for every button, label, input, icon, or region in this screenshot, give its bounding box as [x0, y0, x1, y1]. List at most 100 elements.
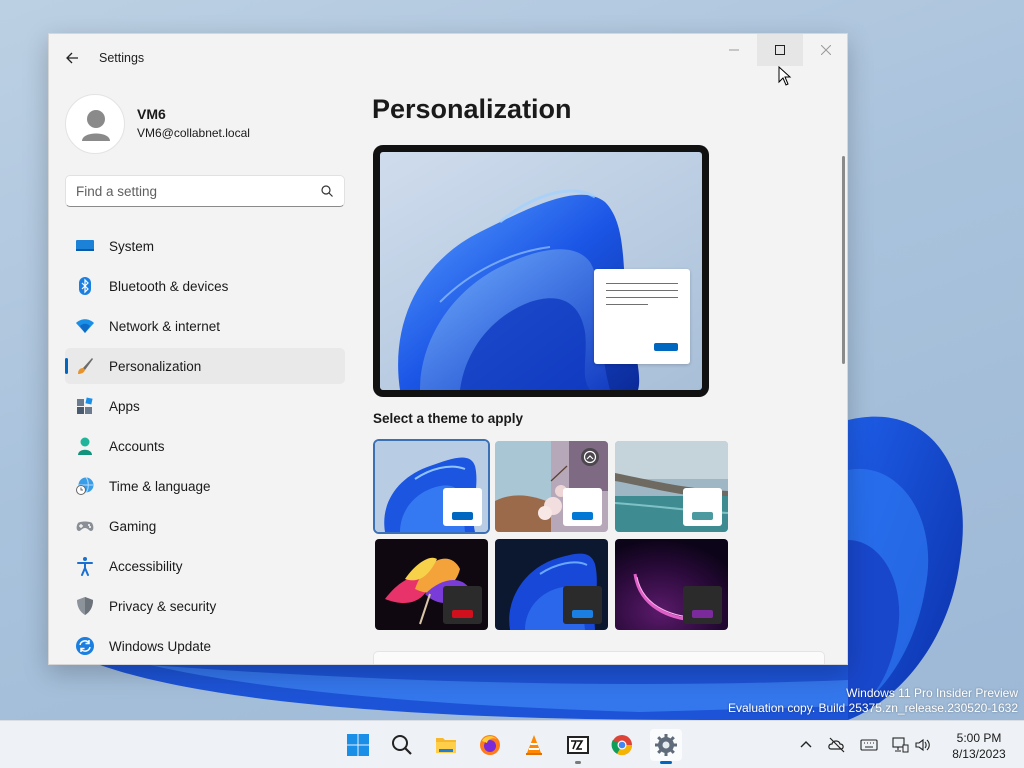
- sidebar-item-personalization[interactable]: Personalization: [65, 348, 345, 384]
- sidebar-item-time-language[interactable]: Time & language: [65, 468, 345, 504]
- sidebar-item-privacy-security[interactable]: Privacy & security: [65, 588, 345, 624]
- theme-flow[interactable]: [615, 539, 728, 630]
- sidebar-item-gaming[interactable]: Gaming: [65, 508, 345, 544]
- window-title: Settings: [99, 51, 145, 65]
- taskbar-firefox[interactable]: [474, 729, 506, 761]
- sidebar-item-label: Accounts: [109, 439, 165, 454]
- sidebar-item-label: Bluetooth & devices: [109, 279, 229, 294]
- firefox-icon: [480, 735, 500, 755]
- sidebar-item-label: Privacy & security: [109, 599, 217, 614]
- onedrive-offline-icon[interactable]: [828, 736, 846, 754]
- settings-icon: [655, 734, 677, 756]
- clock-date: 8/13/2023: [952, 747, 1006, 761]
- search-icon: [392, 735, 412, 755]
- user-profile[interactable]: VM6 VM6@collabnet.local: [65, 90, 345, 154]
- sidebar-item-accounts[interactable]: Accounts: [65, 428, 345, 464]
- taskbar-settings[interactable]: [650, 729, 682, 764]
- gamepad-icon: [76, 521, 94, 531]
- slideshow-icon: [583, 450, 597, 464]
- taskbar-search-button[interactable]: [386, 729, 418, 761]
- taskbar-chrome[interactable]: [606, 729, 638, 761]
- theme-glow[interactable]: [495, 441, 608, 532]
- search-icon: [321, 185, 333, 197]
- theme-windows-light[interactable]: [375, 441, 488, 532]
- theme-color-chip: [443, 586, 482, 624]
- chevron-up-icon[interactable]: [797, 736, 815, 754]
- back-arrow-icon: [66, 52, 78, 64]
- preview-dialog-window: [594, 269, 690, 364]
- windows-start-icon: [347, 734, 369, 756]
- mouse-cursor-icon: [778, 66, 792, 86]
- sidebar-item-system[interactable]: System: [65, 228, 345, 264]
- search-input[interactable]: Find a setting: [65, 175, 345, 207]
- sidebar-item-label: Time & language: [109, 479, 211, 494]
- apps-icon: [77, 397, 93, 414]
- system-clock[interactable]: 5:00 PM 8/13/2023: [944, 730, 1014, 762]
- preview-accent-button: [654, 343, 678, 351]
- taskbar-file-explorer[interactable]: [430, 729, 462, 761]
- brush-icon: [78, 358, 93, 374]
- clock-time: 5:00 PM: [956, 731, 1002, 745]
- evaluation-watermark: Windows 11 Pro Insider Preview Evaluatio…: [728, 686, 1018, 716]
- chrome-icon: [611, 735, 633, 756]
- theme-color-chip: [563, 488, 602, 526]
- sidebar-item-label: Personalization: [109, 359, 202, 374]
- sidebar-item-label: System: [109, 239, 155, 254]
- maximize-button[interactable]: [757, 34, 803, 66]
- sidebar-item-label: Windows Update: [109, 639, 212, 654]
- volume-icon[interactable]: [914, 736, 932, 754]
- watermark-line-2: Evaluation copy. Build 25375.zn_release.…: [728, 701, 1018, 715]
- sidebar-item-label: Apps: [109, 399, 140, 414]
- shield-icon: [77, 597, 93, 615]
- running-indicator: [575, 761, 581, 764]
- sidebar-item-label: Network & internet: [109, 319, 221, 334]
- theme-windows-dark[interactable]: [495, 539, 608, 630]
- theme-sunrise[interactable]: [375, 539, 488, 630]
- vlc-icon: [526, 735, 542, 755]
- minimize-button[interactable]: [711, 34, 757, 66]
- bluetooth-icon: [79, 277, 91, 295]
- back-button[interactable]: [61, 48, 83, 68]
- user-email: VM6@collabnet.local: [137, 126, 250, 140]
- title-bar: Settings: [49, 34, 847, 82]
- theme-captured-motion[interactable]: [615, 441, 728, 532]
- preview-screen: [380, 152, 702, 390]
- accessibility-icon: [77, 557, 93, 576]
- monitor-icon: [76, 240, 94, 251]
- sidebar-item-accessibility[interactable]: Accessibility: [65, 548, 345, 584]
- close-icon: [821, 45, 831, 55]
- globe-clock-icon: [76, 477, 94, 495]
- update-icon: [76, 637, 94, 655]
- sidebar-item-network[interactable]: Network & internet: [65, 308, 345, 344]
- wifi-icon: [76, 319, 94, 333]
- watermark-line-1: Windows 11 Pro Insider Preview: [846, 686, 1018, 700]
- themes-section-label: Select a theme to apply: [373, 411, 524, 426]
- theme-color-chip: [443, 488, 482, 526]
- maximize-icon: [775, 45, 785, 55]
- file-explorer-icon: [436, 738, 456, 753]
- theme-color-chip: [563, 586, 602, 624]
- search-placeholder: Find a setting: [76, 184, 158, 199]
- sidebar-item-windows-update[interactable]: Windows Update: [65, 628, 345, 664]
- taskbar-vlc[interactable]: [518, 729, 550, 761]
- settings-card[interactable]: [373, 651, 825, 664]
- sidebar-item-bluetooth[interactable]: Bluetooth & devices: [65, 268, 345, 304]
- close-button[interactable]: [803, 34, 847, 66]
- sidebar-item-apps[interactable]: Apps: [65, 388, 345, 424]
- start-button[interactable]: [342, 729, 374, 761]
- keyboard-icon[interactable]: [860, 736, 878, 754]
- 7zip-icon: [567, 736, 589, 754]
- network-icon[interactable]: [891, 736, 909, 754]
- active-indicator: [65, 358, 68, 374]
- dynamic-theme-badge: [581, 448, 599, 466]
- taskbar-7zip[interactable]: [562, 729, 594, 764]
- settings-window: Settings VM6 VM6@collabnet.local Find a …: [48, 33, 848, 665]
- sidebar-item-label: Accessibility: [109, 559, 183, 574]
- avatar: [65, 94, 125, 154]
- minimize-icon: [729, 49, 739, 51]
- sidebar-nav: System Bluetooth & devices Network & int…: [65, 228, 345, 664]
- page-title: Personalization: [372, 94, 572, 124]
- scrollbar[interactable]: [842, 156, 845, 364]
- person-icon: [78, 437, 92, 455]
- user-name: VM6: [137, 106, 166, 122]
